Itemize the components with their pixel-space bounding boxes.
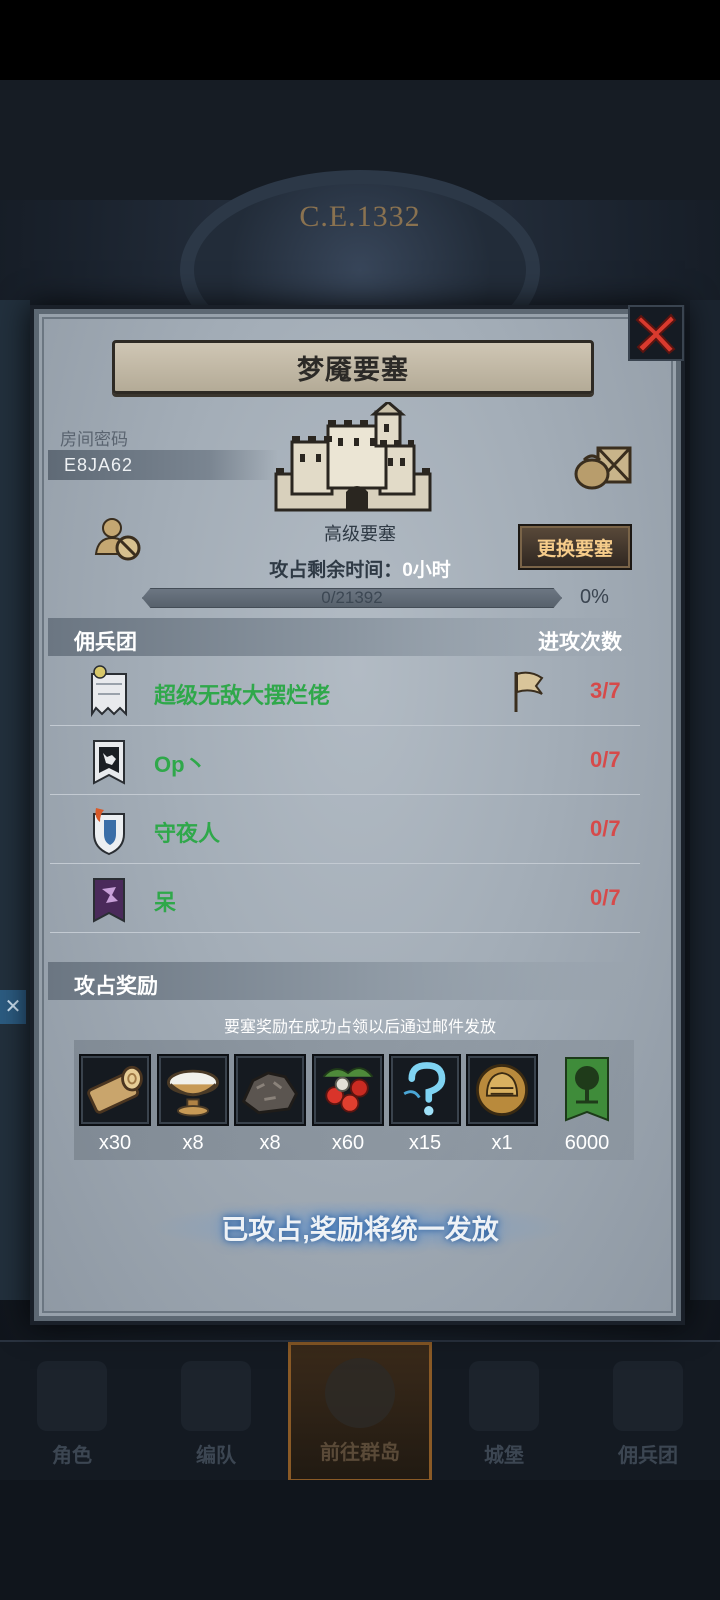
- guild-name: 呆: [154, 890, 177, 915]
- reward-slot: [234, 1054, 306, 1126]
- background-left-frame: [0, 300, 30, 1300]
- reward-slot: [562, 1054, 612, 1126]
- era-label: C.E.1332: [299, 200, 421, 233]
- guild-attack-count: 3/7: [590, 678, 621, 703]
- nav-item-mercenary[interactable]: 佣兵团: [576, 1342, 720, 1482]
- background-right-frame: [690, 300, 720, 1300]
- nav-item-character[interactable]: 角色: [0, 1342, 144, 1482]
- wolf-banner-icon: [93, 740, 125, 785]
- reward-item[interactable]: x8: [234, 1054, 306, 1155]
- ship-icon: [613, 1361, 683, 1431]
- reward-section-title: 攻占奖励: [74, 975, 158, 998]
- dialog-title: 梦魇要塞: [297, 354, 409, 385]
- occupy-time-value: 0小时: [402, 560, 451, 581]
- mystery-question-icon: [403, 1062, 446, 1116]
- knight-helmet-icon: [476, 1064, 528, 1116]
- occupy-remaining-time: 攻占剩余时间：0小时: [0, 555, 720, 582]
- flag-icon: [514, 671, 544, 712]
- reward-quantity: x60: [331, 1132, 365, 1154]
- reward-slot: [79, 1054, 151, 1126]
- reward-quantity: 6000: [564, 1132, 610, 1154]
- reward-quantity: x8: [259, 1132, 281, 1154]
- occupy-progress-percent: 0%: [580, 586, 609, 608]
- reward-item[interactable]: 6000: [552, 1054, 622, 1155]
- nav-item-islands[interactable]: 前往群岛: [288, 1342, 432, 1482]
- guild-section-title: 佣兵团: [74, 631, 137, 654]
- room-code[interactable]: E8JA62: [64, 455, 133, 476]
- title-banner: 梦魇要塞: [112, 340, 594, 394]
- reward-slot: [157, 1054, 229, 1126]
- close-button[interactable]: [628, 305, 684, 361]
- reward-slot: [466, 1054, 538, 1126]
- nav-item-castle[interactable]: 城堡: [432, 1342, 576, 1482]
- guild-name: 超级无敌大摆烂佬: [154, 683, 331, 708]
- ore-rock-icon: [241, 1071, 299, 1115]
- reward-note: 要塞奖励在成功占领以后通过邮件发放: [223, 1019, 496, 1036]
- guild-row[interactable]: 守夜人 0/7: [50, 796, 640, 864]
- castle-icon: [469, 1361, 539, 1431]
- occupy-time-label: 攻占剩余时间：: [269, 560, 403, 581]
- reward-item[interactable]: x60: [312, 1054, 384, 1155]
- cream-bowl-icon: [167, 1069, 219, 1117]
- guild-row[interactable]: Op丶 0/7: [50, 727, 640, 795]
- attack-count-header: 进攻次数: [538, 631, 622, 654]
- guild-row[interactable]: 超级无敌大摆烂佬 3/7: [50, 658, 640, 726]
- reward-item[interactable]: x1: [466, 1054, 538, 1155]
- cargo-icon[interactable]: [572, 442, 634, 490]
- reward-item[interactable]: x8: [157, 1054, 229, 1155]
- compass-icon: [325, 1358, 395, 1428]
- fortress-icon: [274, 402, 432, 512]
- guild-attack-count: 0/7: [590, 747, 621, 772]
- bottom-area: [0, 1480, 720, 1600]
- shield-banner-icon: [93, 808, 125, 856]
- reward-item[interactable]: x30: [79, 1054, 151, 1155]
- wood-log-icon: [87, 1065, 143, 1114]
- status-bar: [0, 0, 720, 80]
- nav-item-formation[interactable]: 编队: [144, 1342, 288, 1482]
- room-password-label: 房间密码: [60, 430, 128, 449]
- guild-row[interactable]: 呆 0/7: [50, 865, 640, 933]
- reward-quantity: x15: [408, 1132, 442, 1154]
- bottom-nav: 角色 编队 前往群岛 城堡 佣兵团: [0, 1340, 720, 1482]
- guild-name: 守夜人: [154, 821, 221, 846]
- tree-banner-icon: [565, 1057, 609, 1122]
- reward-slot: [312, 1054, 384, 1126]
- reward-item[interactable]: x15: [389, 1054, 461, 1155]
- guild-attack-count: 0/7: [590, 816, 621, 841]
- reward-quantity: x30: [98, 1132, 132, 1154]
- close-icon: [635, 313, 677, 355]
- purple-banner-icon: [93, 878, 125, 923]
- reward-slot: [389, 1054, 461, 1126]
- knight-icon: [37, 1361, 107, 1431]
- guild-name: Op丶: [154, 752, 207, 777]
- reward-quantity: x8: [182, 1132, 204, 1154]
- occupy-progress-text: 0/21392: [321, 588, 383, 607]
- berries-icon: [322, 1067, 374, 1113]
- white-banner-icon: [91, 665, 127, 718]
- claim-status: 已攻占,奖励将统一发放: [221, 1215, 499, 1245]
- reward-quantity: x1: [491, 1132, 513, 1154]
- helmet-icon: [181, 1361, 251, 1431]
- guild-attack-count: 0/7: [590, 885, 621, 910]
